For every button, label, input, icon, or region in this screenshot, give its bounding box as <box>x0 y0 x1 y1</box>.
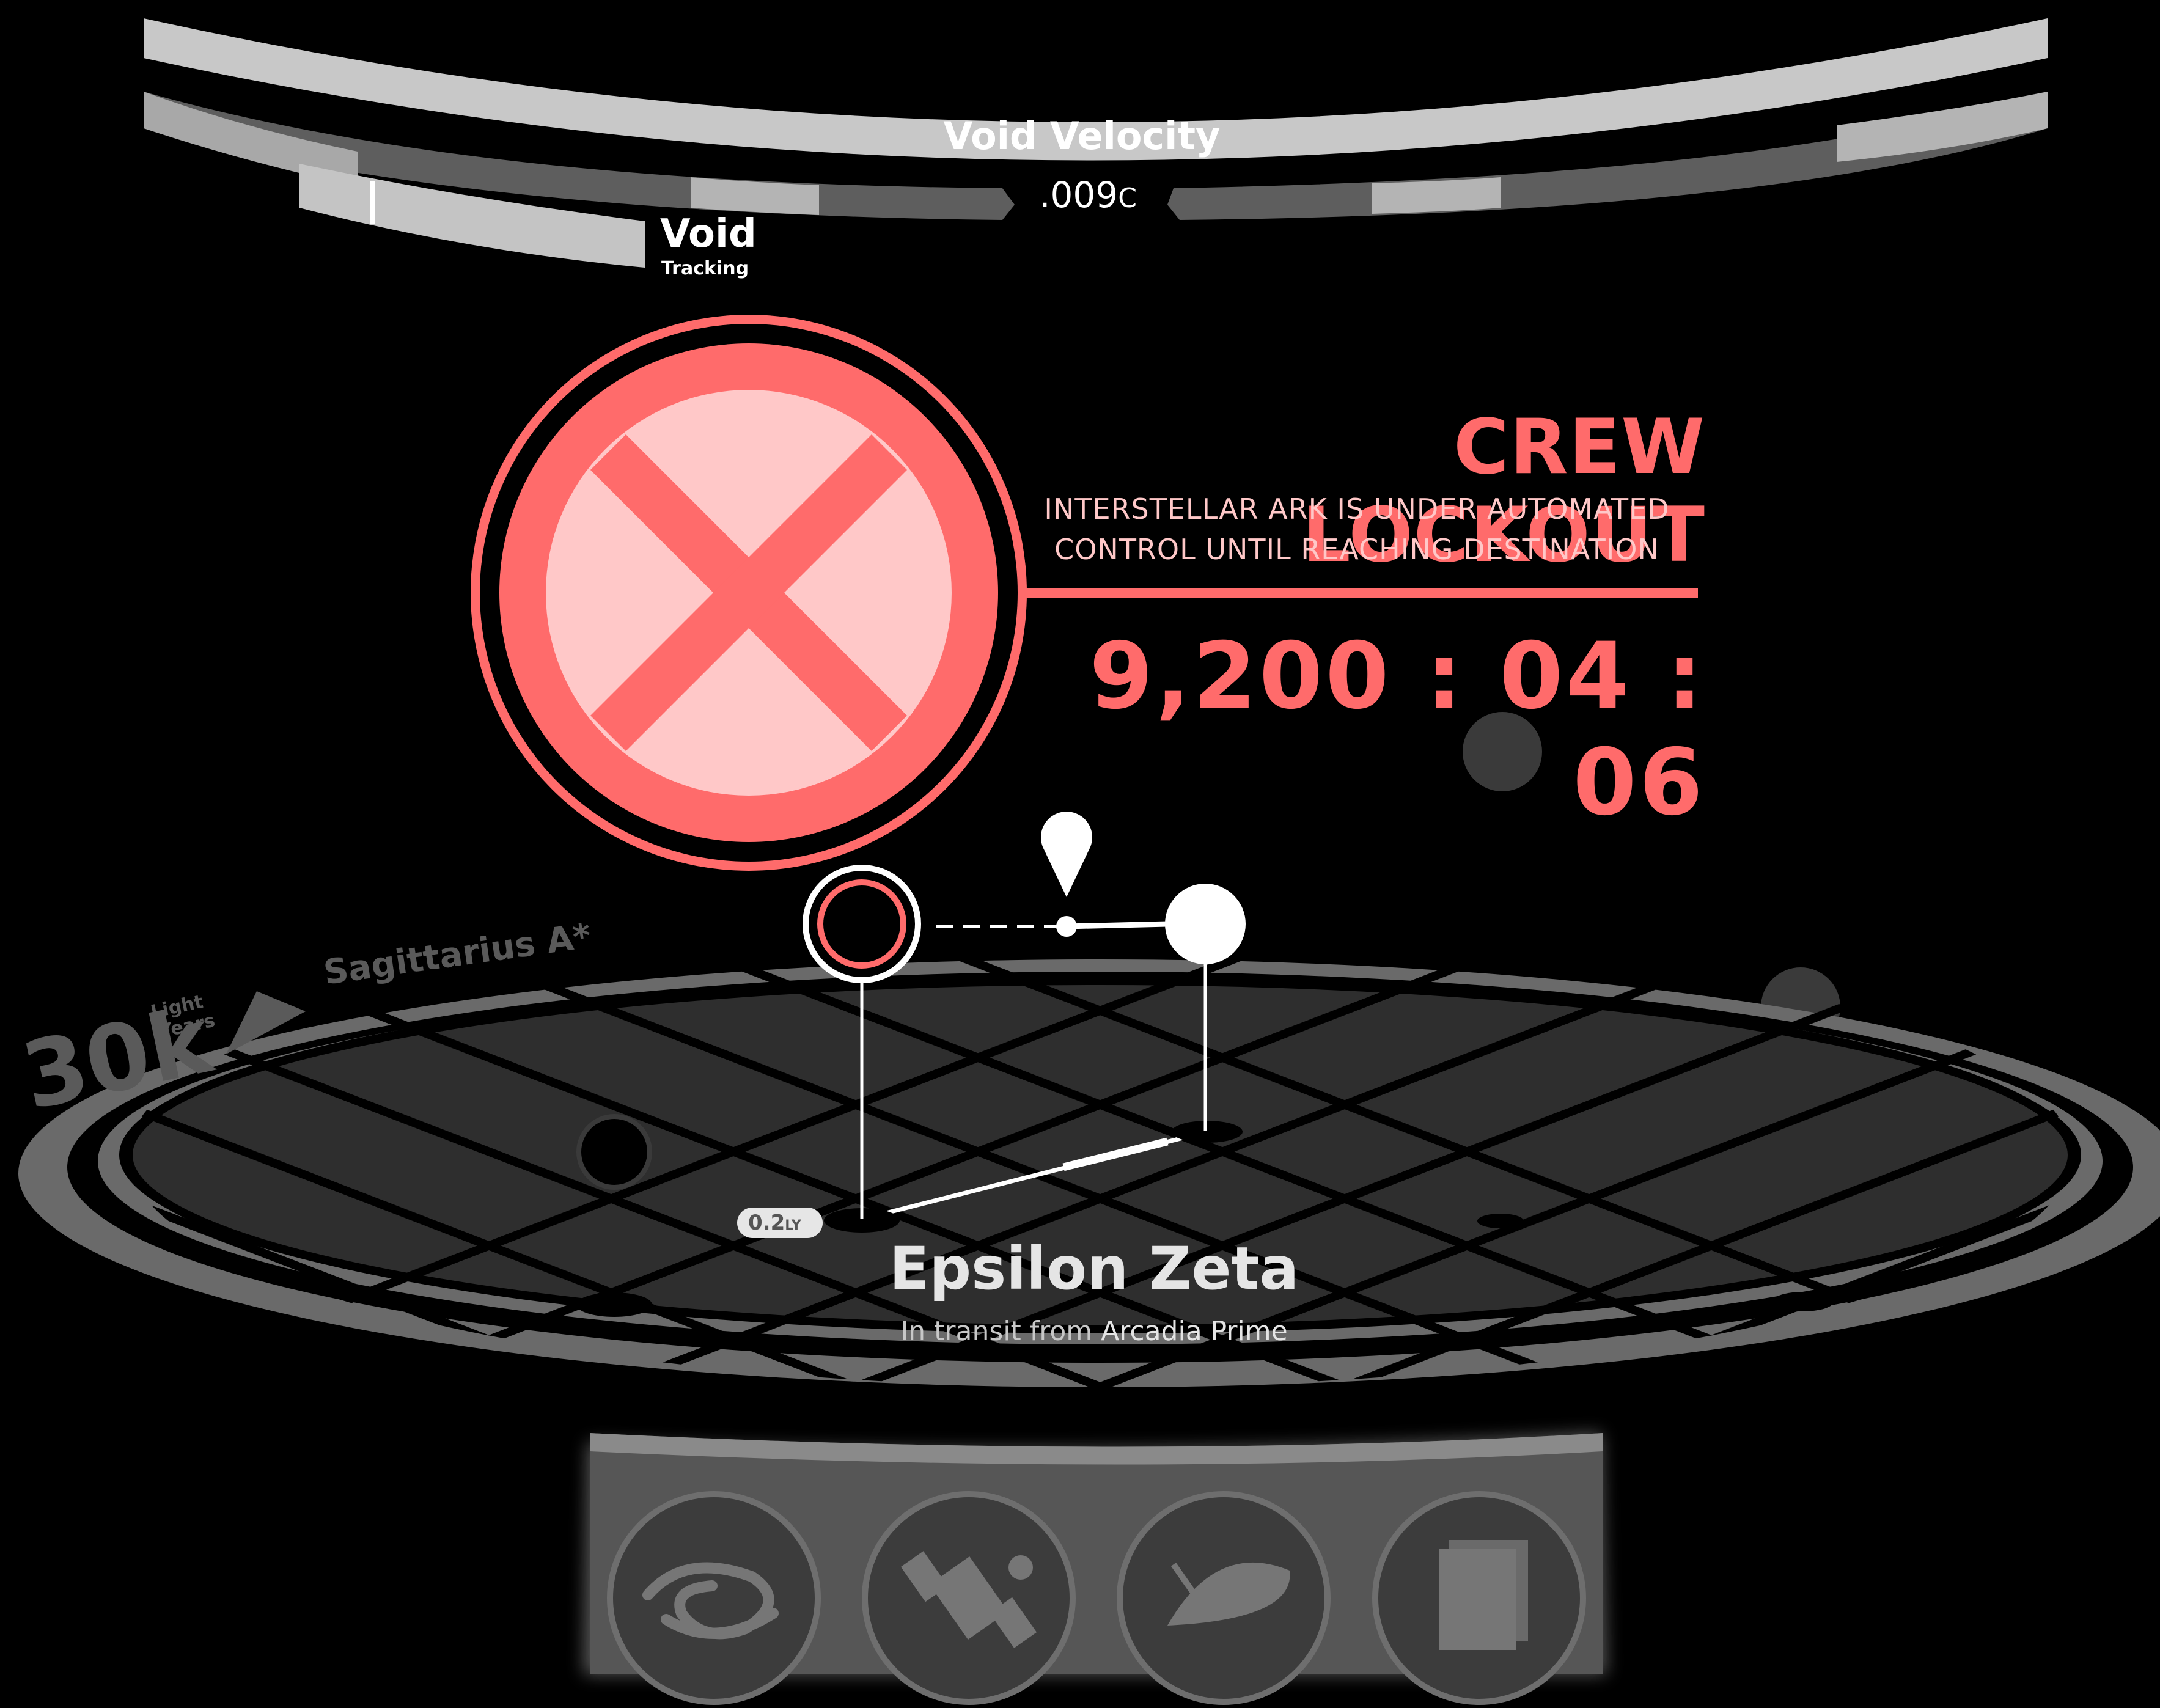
destination-name: Epsilon Zeta <box>889 1234 1299 1303</box>
void-velocity-title: Void Velocity <box>943 114 1221 158</box>
hud-scene <box>0 18 2160 1705</box>
satellite-button[interactable] <box>871 1500 1067 1696</box>
transit-prefix: In transit from <box>900 1316 1093 1347</box>
transit-status: In transit from Arcadia Prime <box>795 1316 1394 1347</box>
void-velocity-value: .009 <box>1039 174 1119 216</box>
x-circle-icon <box>471 315 1027 871</box>
documents-button[interactable] <box>1381 1500 1577 1696</box>
radar-dish-button[interactable] <box>1126 1500 1321 1696</box>
ship-position-icon <box>1056 916 1077 937</box>
segment-distance-badge: 0.2LY <box>737 1208 823 1238</box>
void-velocity-readout: .009C <box>1002 174 1174 216</box>
lockout-countdown: 9,200 : 04 : 06 <box>1089 623 1705 836</box>
galaxy-button[interactable] <box>616 1500 812 1696</box>
lockout-message-line1: INTERSTELLAR ARK IS UNDER AUTOMATED <box>1044 493 1670 526</box>
void-tracking-title: Void <box>660 211 757 257</box>
segment-distance-unit: LY <box>785 1218 801 1233</box>
origin-name: Arcadia Prime <box>1101 1316 1288 1347</box>
void-tracking-subtitle: Tracking <box>661 258 749 279</box>
void-velocity-unit: C <box>1118 183 1137 214</box>
lockout-divider <box>1018 588 1698 598</box>
lockout-message-line2: CONTROL UNTIL REACHING DESTINATION <box>1054 533 1659 566</box>
destination-star-icon[interactable] <box>1165 884 1246 964</box>
galaxy-map[interactable] <box>0 917 2160 1528</box>
segment-distance-value: 0.2 <box>748 1211 785 1235</box>
origin-star-icon[interactable] <box>803 865 921 983</box>
